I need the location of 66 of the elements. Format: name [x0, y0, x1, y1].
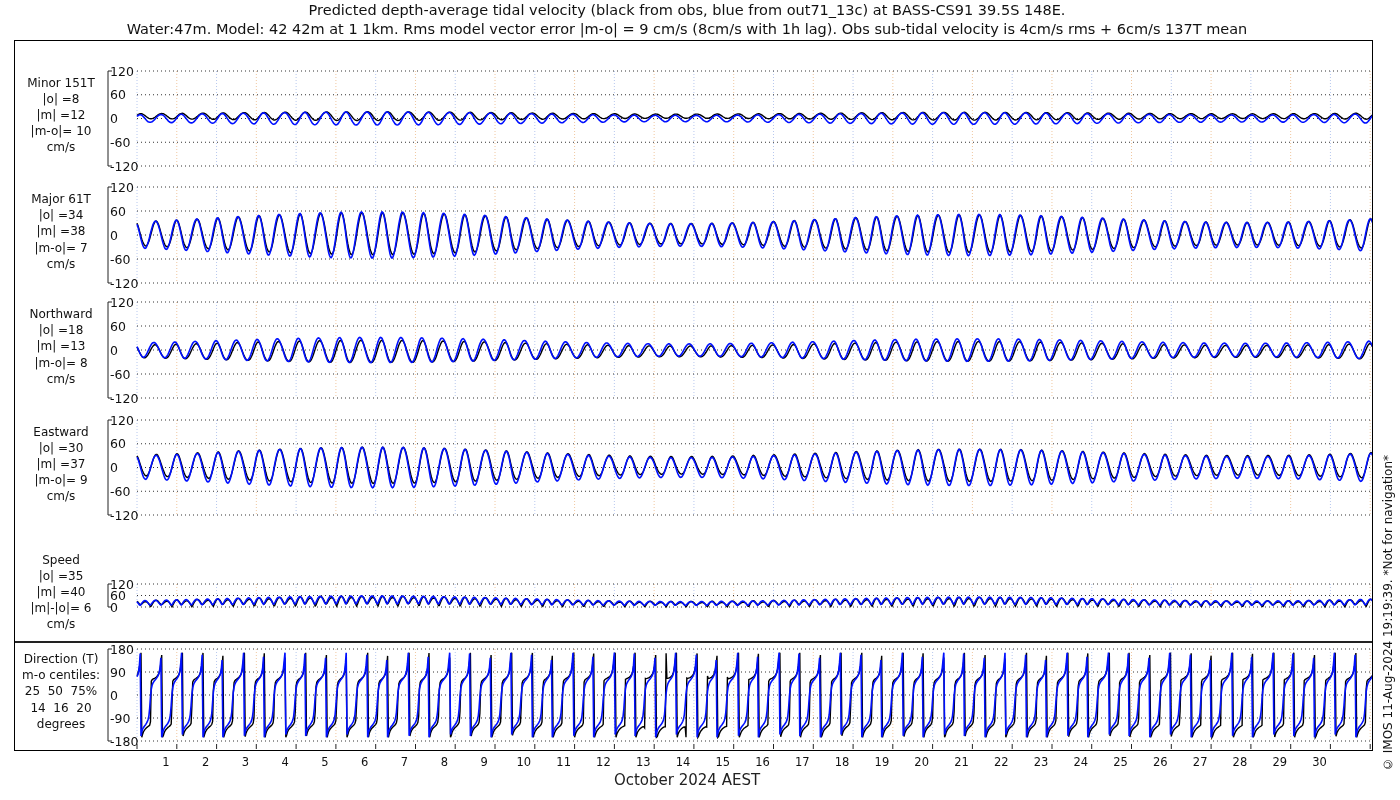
y-tick-label: 120: [110, 412, 134, 428]
y-tick-label: 120: [110, 63, 134, 79]
x-tick-label: 18: [834, 755, 850, 769]
panel-label: Speed |o| =35 |m| =40 |m|-|o|= 6 cm/s: [29, 551, 93, 633]
y-tick-label: 180: [110, 643, 134, 657]
x-tick-label: 17: [795, 755, 810, 769]
y-tick-label: 120: [110, 179, 134, 195]
y-tick-label: 90: [110, 664, 126, 680]
x-tick-label: 27: [1192, 755, 1208, 769]
y-tick-label: -120: [110, 275, 139, 291]
y-tick-label: 60: [110, 318, 126, 334]
y-tick-label: 60: [110, 436, 126, 452]
x-tick-label: 5: [321, 755, 329, 769]
y-tick-label: -120: [110, 390, 139, 406]
y-tick-label: 0: [110, 460, 118, 475]
panel-label: Major 61T |o| =34 |m| =38 |m-o|= 7 cm/s: [30, 191, 92, 272]
chart-title: Water:47m. Model: 42 42m at 1 1km. Rms model vector error |m-o| = 9 cm/s (8cm/s with 1h lag). Obs sub-tidal velocity is 4cm/s rms + 6cm/s 137T mean: [125, 20, 1249, 39]
x-tick-label: 16: [755, 755, 770, 769]
x-tick-label: 15: [715, 755, 731, 769]
y-tick-label: 60: [110, 87, 126, 103]
y-tick-label: -60: [110, 483, 131, 499]
y-tick-label: -180: [110, 733, 139, 749]
x-tick-label: 8: [440, 755, 448, 769]
x-axis-title: October 2024 AEST: [613, 771, 761, 789]
x-tick-label: 13: [635, 755, 651, 769]
x-tick-label: 9: [480, 755, 488, 769]
x-tick-label: 21: [954, 755, 969, 769]
x-tick-label: 25: [1113, 755, 1128, 769]
x-tick-label: 24: [1073, 755, 1089, 769]
x-tick-label: 1: [162, 755, 170, 769]
x-tick-label: 3: [241, 755, 250, 769]
x-tick-label: 19: [874, 755, 890, 769]
x-tick-label: 2: [201, 755, 210, 769]
panel-label: Minor 151T |o| =8 |m| =12 |m-o|= 10 cm/s: [26, 74, 96, 156]
y-tick-label: 0: [110, 227, 118, 243]
y-tick-label: 0: [110, 687, 118, 703]
x-tick-label: 23: [1033, 755, 1049, 769]
x-tick-label: 28: [1232, 755, 1248, 769]
x-tick-label: 29: [1272, 755, 1288, 769]
x-tick-label: 20: [914, 755, 929, 769]
x-tick-label: 30: [1312, 755, 1327, 769]
panel-label: Northward |o| =18 |m| =13 |m-o|= 8 cm/s: [28, 306, 94, 387]
y-tick-label: 60: [110, 203, 126, 219]
x-tick-label: 12: [596, 755, 611, 769]
x-tick-label: 14: [675, 755, 691, 769]
x-tick-label: 11: [556, 755, 571, 769]
x-tick-label: 4: [281, 755, 289, 769]
y-tick-label: -120: [110, 507, 139, 523]
y-tick-label: 0: [110, 342, 118, 358]
y-tick-label: -60: [110, 251, 131, 267]
y-tick-label: -120: [110, 158, 139, 174]
y-tick-label: -60: [110, 134, 131, 150]
chart-title: Predicted depth-average tidal velocity (black from obs, blue from out71_13c) at BASS-CS91 39.5S 148E.: [307, 1, 1067, 20]
y-tick-label: 0: [110, 111, 118, 126]
x-tick-label: 26: [1153, 755, 1168, 769]
x-tick-label: 7: [400, 755, 409, 769]
y-tick-label: 120: [110, 294, 134, 310]
panel-label: Direction (T) m-o centiles: 25 50 75% 14 16 20 degrees: [20, 651, 101, 732]
copyright-note: © IMOS 11-Aug-2024 19:19:39. *Not for navigation*: [1380, 455, 1396, 772]
x-tick-label: 22: [993, 755, 1009, 769]
y-tick-label: -90: [110, 710, 131, 726]
x-tick-label: 6: [361, 755, 369, 769]
y-axis: [107, 583, 113, 608]
x-tick-label: 10: [516, 755, 532, 769]
panel-label: Eastward |o| =30 |m| =37 |m-o|= 9 cm/s: [32, 423, 90, 505]
y-tick-label: -60: [110, 366, 131, 382]
